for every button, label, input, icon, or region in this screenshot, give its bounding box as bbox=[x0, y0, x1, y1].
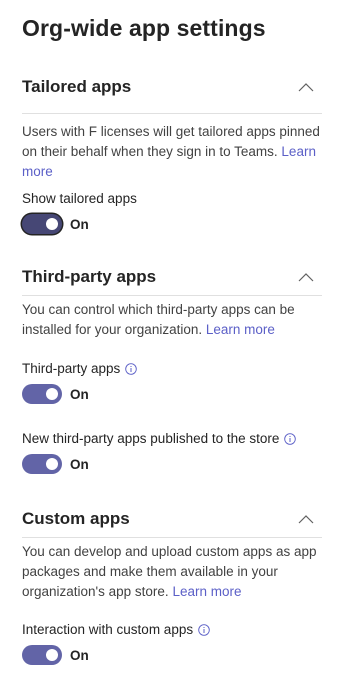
toggle-row: On bbox=[22, 645, 210, 665]
info-icon[interactable] bbox=[198, 624, 210, 636]
description-text: Users with F licenses will get tailored … bbox=[22, 124, 320, 159]
toggle-state: On bbox=[70, 216, 89, 232]
setting-new-third-party-apps: New third-party apps published to the st… bbox=[22, 430, 297, 474]
section-third-party-apps: Third-party apps You can control which t… bbox=[22, 267, 322, 340]
chevron-up-icon[interactable] bbox=[298, 513, 314, 525]
section-title: Custom apps bbox=[22, 509, 130, 528]
setting-show-tailored-apps: Show tailored apps On bbox=[22, 190, 137, 234]
toggle-row: On bbox=[22, 384, 137, 404]
section-custom-apps: Custom apps You can develop and upload c… bbox=[22, 509, 322, 602]
setting-label-text: Third-party apps bbox=[22, 361, 121, 376]
section-header: Custom apps bbox=[22, 509, 322, 538]
setting-label-text: Interaction with custom apps bbox=[22, 622, 194, 637]
new-third-party-apps-toggle[interactable] bbox=[22, 454, 62, 474]
learn-more-link[interactable]: Learn more bbox=[206, 322, 275, 337]
toggle-state: On bbox=[70, 386, 89, 402]
setting-label: Interaction with custom apps bbox=[22, 621, 210, 639]
toggle-state: On bbox=[70, 456, 89, 472]
toggle-knob bbox=[46, 388, 58, 400]
chevron-up-icon[interactable] bbox=[298, 81, 314, 93]
section-description: You can develop and upload custom apps a… bbox=[22, 542, 322, 602]
page-title: Org-wide app settings bbox=[22, 15, 266, 41]
info-icon[interactable] bbox=[284, 433, 297, 445]
setting-label-text: Show tailored apps bbox=[22, 191, 137, 206]
description-text: You can develop and upload custom apps a… bbox=[22, 544, 317, 599]
toggle-knob bbox=[46, 458, 58, 470]
interaction-custom-apps-toggle[interactable] bbox=[22, 645, 62, 665]
toggle-row: On bbox=[22, 454, 296, 474]
section-tailored-apps: Tailored apps Users with F licenses will… bbox=[22, 77, 322, 182]
info-icon[interactable] bbox=[125, 363, 138, 375]
setting-third-party-apps: Third-party apps On bbox=[22, 360, 138, 404]
setting-label: New third-party apps published to the st… bbox=[22, 430, 297, 448]
toggle-state: On bbox=[70, 647, 89, 663]
third-party-apps-toggle[interactable] bbox=[22, 384, 62, 404]
setting-label: Third-party apps bbox=[22, 360, 138, 378]
section-description: You can control which third-party apps c… bbox=[22, 300, 322, 340]
setting-label-text: New third-party apps published to the st… bbox=[22, 431, 280, 446]
section-header: Third-party apps bbox=[22, 267, 322, 296]
learn-more-link[interactable]: Learn more bbox=[172, 584, 241, 599]
section-title: Tailored apps bbox=[22, 77, 132, 96]
chevron-up-icon[interactable] bbox=[298, 271, 314, 283]
toggle-row: On bbox=[22, 214, 137, 234]
setting-interaction-custom-apps: Interaction with custom apps On bbox=[22, 621, 210, 665]
show-tailored-apps-toggle[interactable] bbox=[22, 214, 62, 234]
section-title: Third-party apps bbox=[22, 267, 157, 286]
setting-label: Show tailored apps bbox=[22, 190, 137, 208]
section-description: Users with F licenses will get tailored … bbox=[22, 122, 322, 182]
toggle-knob bbox=[46, 218, 58, 230]
section-header: Tailored apps bbox=[22, 77, 322, 114]
toggle-knob bbox=[46, 649, 58, 661]
